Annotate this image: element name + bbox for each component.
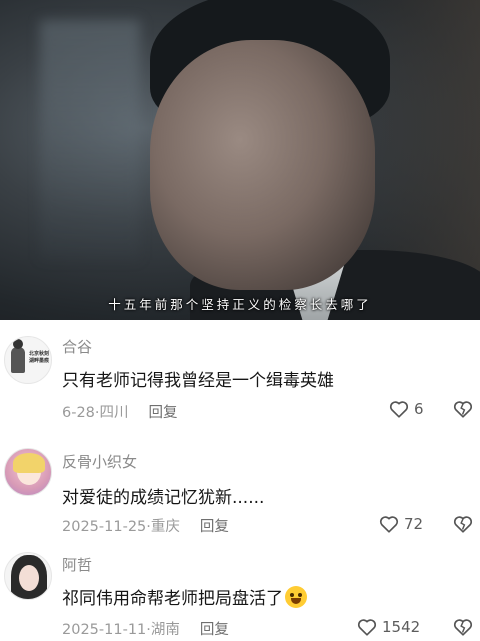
comment-date: 2025-11-11 bbox=[62, 622, 147, 638]
avatar-figure bbox=[11, 339, 25, 373]
broken-heart-icon[interactable] bbox=[452, 398, 474, 420]
comment-item: 北京秋刻 湖畔墨痕 合谷 只有老师记得我曾经是一个缉毒英雄 6-28·四川 回复 … bbox=[0, 330, 480, 440]
like-count: 72 bbox=[404, 515, 424, 533]
comment-location: 重庆 bbox=[150, 519, 180, 535]
comment-text-body: 祁同伟用命帮老师把局盘活了 bbox=[62, 589, 283, 609]
avatar-face bbox=[19, 565, 39, 591]
like-count: 6 bbox=[414, 400, 424, 418]
reply-button[interactable]: 回复 bbox=[200, 519, 229, 535]
video-subtitle: 十五年前那个坚持正义的检察长去哪了 bbox=[108, 297, 372, 312]
heart-outline-icon bbox=[357, 619, 377, 636]
comment-text: 只有老师记得我曾经是一个缉毒英雄 bbox=[62, 371, 334, 391]
heart-outline-icon bbox=[379, 516, 399, 533]
comment-text: 祁同伟用命帮老师把局盘活了 bbox=[62, 584, 307, 609]
reply-button[interactable]: 回复 bbox=[200, 622, 229, 638]
comment-item: 反骨小织女 对爱徒的成绩记忆犹新...... 2025-11-25·重庆 回复 7… bbox=[0, 445, 480, 545]
video-frame[interactable]: 十五年前那个坚持正义的检察长去哪了 bbox=[0, 0, 480, 320]
comment-item: 阿哲 祁同伟用命帮老师把局盘活了 2025-11-11·湖南 回复 1542 bbox=[0, 552, 480, 641]
heart-outline-icon bbox=[389, 401, 409, 418]
comment-date: 2025-11-25 bbox=[62, 519, 147, 535]
avatar-hair bbox=[13, 453, 45, 473]
avatar[interactable]: 北京秋刻 湖畔墨痕 bbox=[4, 336, 52, 384]
like-count: 1542 bbox=[382, 618, 421, 636]
comment-location: 四川 bbox=[99, 405, 129, 421]
background-light bbox=[40, 20, 140, 260]
grimacing-face-emoji bbox=[285, 586, 307, 608]
comment-location: 湖南 bbox=[150, 622, 180, 638]
like-button[interactable]: 6 bbox=[388, 398, 424, 420]
comment-text: 对爱徒的成绩记忆犹新...... bbox=[62, 488, 265, 508]
comment-username[interactable]: 阿哲 bbox=[62, 554, 92, 575]
comment-username[interactable]: 反骨小织女 bbox=[62, 451, 137, 472]
comment-meta: 2025-11-11·湖南 回复 bbox=[62, 618, 229, 639]
man-face bbox=[150, 40, 375, 290]
avatar[interactable] bbox=[4, 552, 52, 600]
comment-date: 6-28 bbox=[62, 405, 95, 421]
comment-meta: 6-28·四川 回复 bbox=[62, 401, 178, 422]
comment-meta: 2025-11-25·重庆 回复 bbox=[62, 515, 229, 536]
reply-button[interactable]: 回复 bbox=[149, 405, 178, 421]
like-button[interactable]: 72 bbox=[378, 513, 423, 535]
avatar[interactable] bbox=[4, 448, 52, 496]
broken-heart-icon[interactable] bbox=[452, 616, 474, 638]
broken-heart-icon[interactable] bbox=[452, 513, 474, 535]
avatar-logo-text: 北京秋刻 湖畔墨痕 bbox=[29, 351, 50, 364]
comment-username[interactable]: 合谷 bbox=[62, 336, 92, 357]
like-button[interactable]: 1542 bbox=[356, 616, 420, 638]
